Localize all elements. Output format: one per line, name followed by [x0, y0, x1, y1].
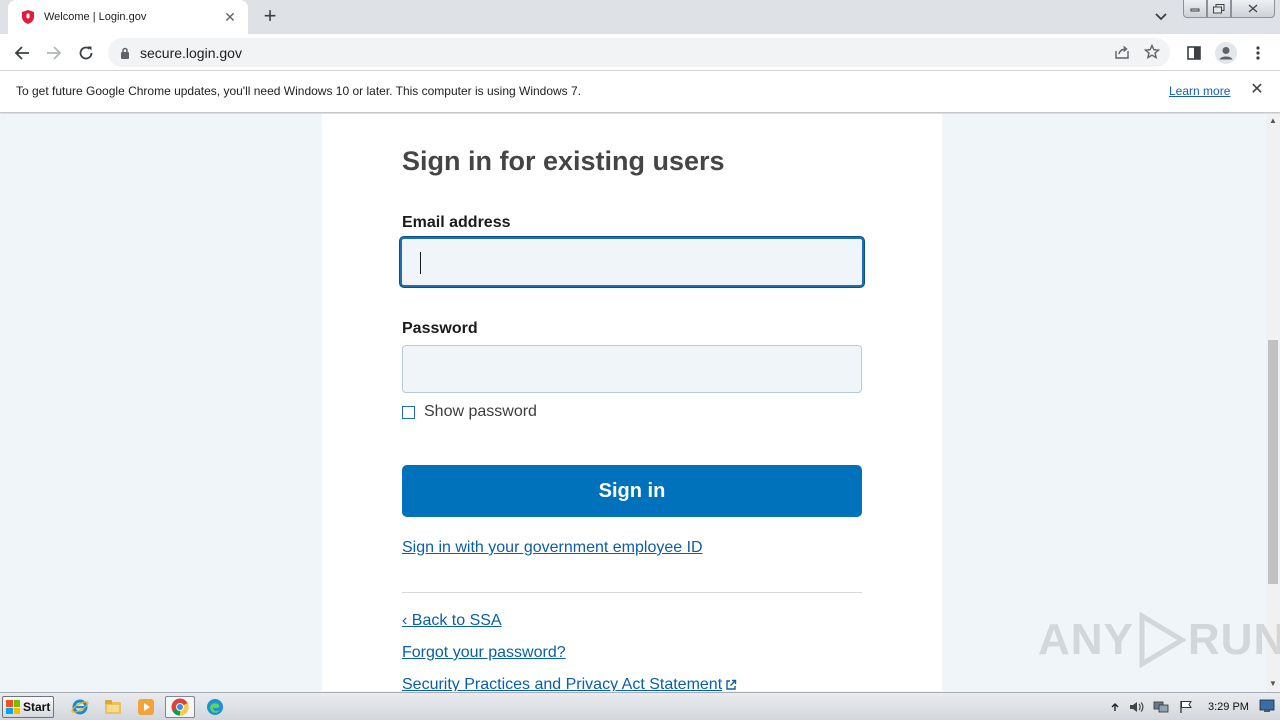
watermark-left-text: ANY: [1038, 615, 1134, 664]
page-viewport: Sign in for existing users Email address…: [0, 114, 1266, 691]
email-label: Email address: [402, 214, 511, 231]
action-center-flag-icon[interactable]: [1177, 698, 1195, 716]
tab-close-icon[interactable]: ✕: [222, 9, 238, 26]
media-player-icon[interactable]: [134, 696, 158, 718]
page-title: Sign in for existing users: [402, 146, 725, 176]
show-desktop-icon[interactable]: [1259, 699, 1275, 713]
login-gov-shield-icon: [20, 9, 36, 25]
update-infobar: To get future Google Chrome updates, you…: [0, 71, 1280, 113]
text-caret: [420, 252, 421, 274]
anyrun-watermark: ANY RUN: [1038, 612, 1280, 668]
email-field[interactable]: [400, 237, 864, 287]
network-icon[interactable]: [1152, 698, 1170, 716]
share-icon[interactable]: [1114, 44, 1130, 65]
show-password-checkbox[interactable]: [402, 405, 415, 419]
scroll-up-arrow-icon[interactable]: ▲: [1266, 114, 1280, 128]
volume-icon[interactable]: [1128, 698, 1146, 716]
address-bar[interactable]: secure.login.gov: [108, 38, 1170, 67]
page-scrollbar[interactable]: ▲ ▼: [1266, 114, 1280, 691]
lock-icon[interactable]: [120, 47, 130, 59]
profile-icon[interactable]: [1213, 40, 1239, 66]
tab-search-chevron-icon[interactable]: [1150, 6, 1172, 28]
sign-in-card: Sign in for existing users Email address…: [322, 114, 942, 691]
browser-tab-strip: Welcome | Login.gov ✕ +: [0, 0, 1280, 34]
windows-flag-icon: [6, 700, 20, 714]
piv-cac-sign-in-link[interactable]: Sign in with your government employee ID: [402, 539, 703, 557]
tab-title: Welcome | Login.gov: [44, 11, 147, 23]
external-link-icon: [725, 679, 737, 691]
internet-explorer-icon[interactable]: [68, 696, 92, 718]
show-password-label[interactable]: Show password: [424, 403, 537, 421]
watermark-right-text: RUN: [1187, 615, 1280, 664]
window-minimize-button[interactable]: [1183, 0, 1207, 18]
forward-arrow-icon[interactable]: [41, 40, 67, 66]
back-arrow-icon[interactable]: [9, 40, 35, 66]
show-password-toggle[interactable]: Show password: [402, 403, 537, 421]
tray-expand-icon[interactable]: [1108, 698, 1122, 716]
divider: [402, 592, 862, 593]
start-button[interactable]: Start: [2, 696, 54, 718]
browser-toolbar: secure.login.gov: [0, 34, 1280, 71]
forgot-password-link[interactable]: Forgot your password?: [402, 644, 566, 662]
reload-icon[interactable]: [73, 40, 99, 66]
scroll-thumb[interactable]: [1268, 340, 1278, 584]
edge-icon[interactable]: [203, 696, 227, 718]
sign-in-button[interactable]: Sign in: [402, 465, 862, 517]
window-close-button[interactable]: [1231, 0, 1275, 18]
file-explorer-icon[interactable]: [101, 696, 125, 718]
window-restore-button[interactable]: [1207, 0, 1231, 18]
password-label: Password: [402, 320, 478, 337]
back-to-ssa-link[interactable]: ‹ Back to SSA: [402, 612, 502, 630]
windows-taskbar: Start 3:29 PM: [0, 692, 1280, 720]
side-panel-icon[interactable]: [1181, 40, 1207, 66]
infobar-close-icon[interactable]: ✕: [1248, 81, 1266, 99]
security-practices-label[interactable]: Security Practices and Privacy Act State…: [402, 676, 722, 691]
learn-more-link[interactable]: Learn more: [1169, 84, 1230, 98]
start-label[interactable]: Start: [23, 700, 50, 714]
star-icon[interactable]: [1143, 43, 1161, 65]
new-tab-button[interactable]: +: [258, 5, 282, 29]
scroll-down-arrow-icon[interactable]: ▼: [1266, 677, 1280, 691]
url-text[interactable]: secure.login.gov: [140, 45, 242, 61]
watermark-play-icon: [1139, 612, 1186, 668]
menu-dots-icon[interactable]: [1245, 40, 1271, 66]
taskbar-clock[interactable]: 3:29 PM: [1208, 701, 1249, 713]
security-practices-link[interactable]: Security Practices and Privacy Act State…: [402, 676, 737, 691]
password-field[interactable]: [402, 345, 862, 393]
chrome-taskbar-icon[interactable]: [165, 696, 195, 718]
browser-tab[interactable]: Welcome | Login.gov ✕: [8, 0, 248, 34]
infobar-message: To get future Google Chrome updates, you…: [16, 84, 582, 98]
